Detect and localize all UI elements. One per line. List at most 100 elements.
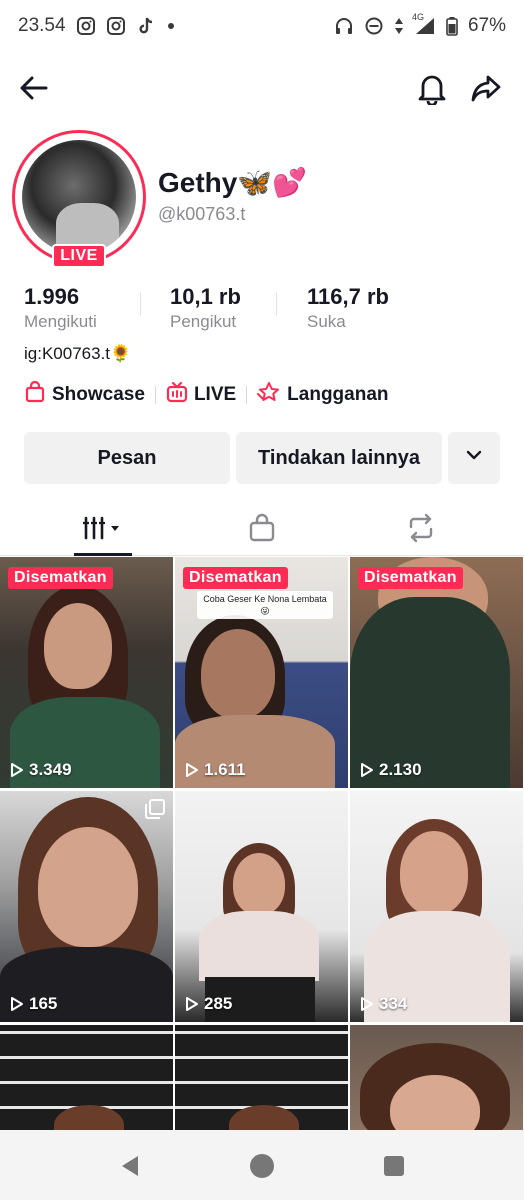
avatar[interactable] xyxy=(22,140,136,254)
instagram-icon xyxy=(76,16,96,36)
share-icon[interactable] xyxy=(466,68,506,108)
battery-icon xyxy=(446,16,458,36)
shopping-bag-icon xyxy=(24,380,46,409)
system-recents-icon[interactable] xyxy=(380,1152,408,1180)
pinned-badge: Disematkan xyxy=(183,567,288,589)
dropdown-button[interactable] xyxy=(448,432,500,484)
signal-icon: 4G xyxy=(412,12,436,36)
showcase-link[interactable]: Showcase xyxy=(24,380,145,409)
play-icon xyxy=(361,997,373,1011)
live-tv-icon xyxy=(166,381,188,409)
video-thumbnail[interactable]: 165 xyxy=(0,791,173,1022)
view-count: 165 xyxy=(10,994,57,1014)
link-divider xyxy=(154,386,156,404)
play-icon xyxy=(361,763,373,777)
thumbnail-face xyxy=(201,629,275,719)
live-link[interactable]: LIVE xyxy=(166,381,236,409)
more-actions-button[interactable]: Tindakan lainnya xyxy=(236,432,442,484)
profile-links: Showcase LIVE Langganan xyxy=(24,380,389,410)
play-icon xyxy=(11,997,23,1011)
play-icon xyxy=(186,763,198,777)
system-back-icon[interactable] xyxy=(116,1152,144,1180)
status-bar: 23.54 4G 67% xyxy=(0,0,524,52)
view-count-value: 3.349 xyxy=(29,760,72,779)
play-icon xyxy=(186,997,198,1011)
video-thumbnail[interactable] xyxy=(175,1025,348,1131)
thumbnail-face xyxy=(400,831,468,915)
thumbnail-face xyxy=(233,853,285,915)
tab-shop[interactable] xyxy=(175,504,349,556)
stat-likes-value: 116,7 rb xyxy=(307,284,389,309)
stat-following-value: 1.996 xyxy=(24,284,80,309)
view-count: 334 xyxy=(360,994,407,1014)
active-tab-indicator xyxy=(74,553,132,556)
stat-likes-label: Suka xyxy=(307,312,346,331)
video-thumbnail[interactable] xyxy=(350,1025,523,1131)
link-divider xyxy=(246,386,248,404)
video-thumbnail[interactable]: Disematkan 2.130 xyxy=(350,557,523,788)
tab-videos[interactable] xyxy=(16,504,190,556)
video-thumbnail[interactable]: 285 xyxy=(175,791,348,1022)
profile-name: Gethy🦋💕 xyxy=(158,167,308,198)
view-count: 3.349 xyxy=(10,760,72,780)
dnd-icon xyxy=(364,16,384,36)
stat-followers-value: 10,1 rb xyxy=(170,284,241,309)
stat-likes[interactable]: 116,7 rb Suka xyxy=(307,284,389,332)
stats-row: 1.996 Mengikuti 10,1 rb Pengikut 116,7 r… xyxy=(24,284,504,334)
system-nav-bar xyxy=(0,1130,524,1200)
repost-icon xyxy=(405,513,437,548)
play-icon xyxy=(11,763,23,777)
view-count: 285 xyxy=(185,994,232,1014)
live-label: LIVE xyxy=(193,384,237,405)
multi-photo-icon xyxy=(145,799,165,819)
video-caption: Coba Geser Ke Nona Lembata😜 xyxy=(197,591,333,619)
shopping-bag-icon xyxy=(247,513,277,548)
video-thumbnail[interactable]: Disematkan 3.349 xyxy=(0,557,173,788)
profile-bio: ig:K00763.t🌻 xyxy=(24,344,132,363)
live-badge[interactable]: LIVE xyxy=(52,244,106,268)
dot-icon xyxy=(166,21,176,31)
pinned-badge: Disematkan xyxy=(8,567,113,589)
thumbnail-face xyxy=(38,827,138,947)
headphones-icon xyxy=(334,16,354,36)
thumbnail-face xyxy=(44,603,112,689)
stat-followers[interactable]: 10,1 rb Pengikut xyxy=(170,284,241,332)
view-count-value: 285 xyxy=(204,994,233,1013)
status-time: 23.54 xyxy=(18,15,66,36)
content-tabs xyxy=(0,504,524,556)
network-type: 4G xyxy=(411,12,424,22)
subscription-link[interactable]: Langganan xyxy=(257,381,389,409)
message-button[interactable]: Pesan xyxy=(24,432,230,484)
video-thumbnail[interactable] xyxy=(0,1025,173,1131)
showcase-label: Showcase xyxy=(52,384,145,405)
back-arrow-icon[interactable] xyxy=(14,68,54,108)
video-thumbnail[interactable]: Disematkan Coba Geser Ke Nona Lembata😜 1… xyxy=(175,557,348,788)
profile-username: @k00763.t xyxy=(158,204,246,224)
battery-percent: 67% xyxy=(467,15,506,36)
bell-icon[interactable] xyxy=(412,68,452,108)
stat-divider xyxy=(276,292,277,316)
view-count-value: 1.611 xyxy=(204,760,246,779)
view-count-value: 165 xyxy=(29,994,58,1013)
view-count: 1.611 xyxy=(185,760,246,780)
view-count: 2.130 xyxy=(360,760,422,780)
video-thumbnail[interactable]: 334 xyxy=(350,791,523,1022)
system-home-icon[interactable] xyxy=(248,1152,276,1180)
stat-followers-label: Pengikut xyxy=(170,312,237,331)
video-grid-icon xyxy=(81,514,125,547)
stat-following[interactable]: 1.996 Mengikuti xyxy=(24,284,97,332)
subscription-label: Langganan xyxy=(287,384,389,405)
subscription-star-icon xyxy=(257,381,281,409)
tiktok-icon xyxy=(136,16,156,36)
stat-divider xyxy=(140,292,141,316)
top-nav xyxy=(0,62,524,114)
chevron-down-icon xyxy=(463,444,485,472)
stat-following-label: Mengikuti xyxy=(24,312,97,331)
instagram-icon xyxy=(106,16,126,36)
thumbnail-body xyxy=(199,911,319,981)
view-count-value: 2.130 xyxy=(379,760,422,779)
view-count-value: 334 xyxy=(379,994,408,1013)
tab-reposts[interactable] xyxy=(334,504,508,556)
data-arrows-icon xyxy=(394,16,404,36)
pinned-badge: Disematkan xyxy=(358,567,463,589)
